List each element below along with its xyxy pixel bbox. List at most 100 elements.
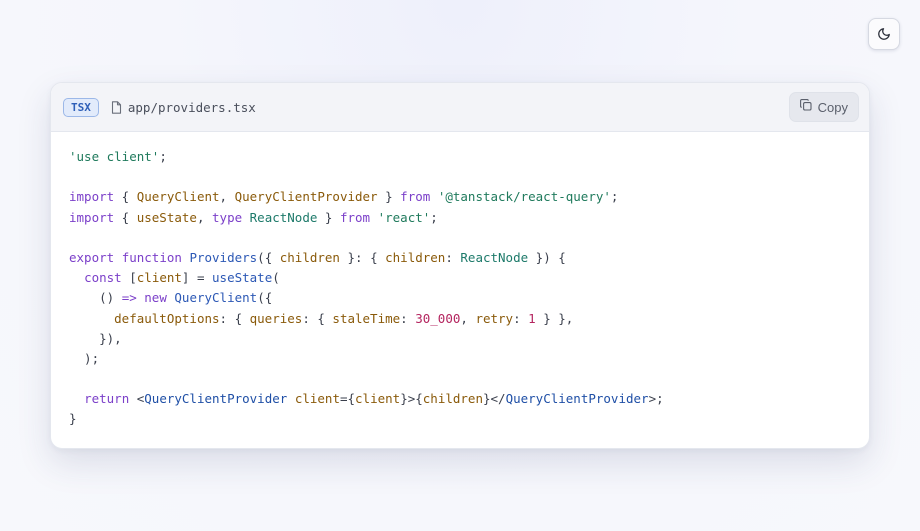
code-token: ; xyxy=(610,189,619,205)
code-token: from xyxy=(400,189,431,205)
code-token: ({ xyxy=(257,249,280,265)
code-block-header: TSX app/providers.tsx Copy xyxy=(51,83,869,132)
code-token: QueryClientProvider xyxy=(505,391,649,407)
code-token: useState xyxy=(136,209,197,225)
code-token: 'use client' xyxy=(69,149,160,164)
code-token: : { xyxy=(302,310,333,326)
code-token: 'react' xyxy=(377,209,431,225)
copy-button[interactable]: Copy xyxy=(788,92,859,122)
code-token: : xyxy=(513,310,529,326)
code-token: client xyxy=(136,270,182,286)
code-token: useState xyxy=(212,270,273,286)
code-line: import { useState, type ReactNode } from… xyxy=(69,208,869,228)
code-token: () xyxy=(69,290,122,306)
code-token: export xyxy=(69,249,115,265)
theme-toggle-button[interactable] xyxy=(868,18,900,50)
copy-label: Copy xyxy=(817,99,848,115)
code-token: return xyxy=(84,391,130,407)
code-token: [ xyxy=(121,270,137,286)
code-token: ReactNode xyxy=(460,249,529,265)
file-icon xyxy=(111,100,122,114)
code-token: ); xyxy=(69,350,100,366)
code-line: }), xyxy=(69,329,869,349)
code-token: QueryClientProvider xyxy=(234,189,378,205)
moon-icon xyxy=(877,27,891,41)
code-token: QueryClient xyxy=(174,290,258,306)
code-token: : xyxy=(445,249,461,265)
code-line: import { QueryClient, QueryClientProvide… xyxy=(69,187,869,207)
code-token: client xyxy=(355,391,401,407)
code-block-card: TSX app/providers.tsx Copy 'use client';… xyxy=(50,82,870,449)
code-token: new xyxy=(144,290,167,306)
code-token: => xyxy=(121,290,137,306)
code-token: type xyxy=(212,209,243,225)
code-token: const xyxy=(84,270,122,286)
code-token: staleTime xyxy=(332,310,401,326)
code-token: } xyxy=(69,411,77,427)
code-token: ={ xyxy=(339,391,356,407)
code-token: }: { xyxy=(339,249,386,265)
code-token: , xyxy=(196,209,213,225)
code-token: from xyxy=(339,209,371,225)
code-token: children xyxy=(385,249,446,265)
code-token: }) { xyxy=(528,249,566,265)
code-token: Providers xyxy=(189,249,258,265)
code-token: } xyxy=(317,209,340,225)
code-token: 30_000 xyxy=(415,310,461,326)
code-line: } xyxy=(69,409,869,429)
code-token: children xyxy=(279,249,340,265)
code-line: return <QueryClientProvider client={clie… xyxy=(69,389,869,409)
code-token: function xyxy=(121,249,182,265)
code-line: defaultOptions: { queries: { staleTime: … xyxy=(69,309,869,329)
code-token: : { xyxy=(219,310,250,326)
code-token: import xyxy=(69,209,115,225)
code-token: ] = xyxy=(181,270,213,286)
code-token: ({ xyxy=(257,290,273,306)
code-token: ; xyxy=(159,149,167,164)
code-line: 'use client'; xyxy=(69,147,869,167)
code-token: queries xyxy=(249,310,303,326)
file-path: app/providers.tsx xyxy=(127,99,256,115)
code-token: } xyxy=(377,189,401,205)
code-token: < xyxy=(129,391,145,407)
code-token: 1 xyxy=(528,310,536,326)
code-token: ( xyxy=(272,270,280,286)
code-line: export function Providers({ children }: … xyxy=(69,248,869,268)
code-line: ); xyxy=(69,349,869,369)
code-content: 'use client'; import { QueryClient, Query… xyxy=(51,132,869,430)
code-token: { xyxy=(114,189,137,205)
code-line: () => new QueryClient({ xyxy=(69,288,869,308)
code-token: import xyxy=(69,189,115,205)
code-token: , xyxy=(460,310,476,326)
code-token: ReactNode xyxy=(249,209,318,225)
code-token: { xyxy=(114,209,137,225)
code-token: ; xyxy=(430,209,438,225)
code-token: , xyxy=(219,189,235,205)
code-token: >; xyxy=(648,391,664,407)
code-token: children xyxy=(422,391,483,407)
code-token: client xyxy=(294,391,340,407)
code-token: QueryClient xyxy=(136,189,220,205)
code-token: }>{ xyxy=(400,391,423,407)
code-token: retry xyxy=(475,310,514,326)
code-token: defaultOptions xyxy=(114,310,220,326)
code-token: }</ xyxy=(482,391,506,407)
code-token: : xyxy=(400,310,416,326)
code-token: QueryClientProvider xyxy=(144,391,288,407)
language-badge: TSX xyxy=(63,97,99,117)
code-token: '@tanstack/react-query' xyxy=(437,189,611,205)
code-token: }), xyxy=(69,330,122,346)
copy-icon xyxy=(799,98,812,116)
code-token: } }, xyxy=(535,310,574,326)
